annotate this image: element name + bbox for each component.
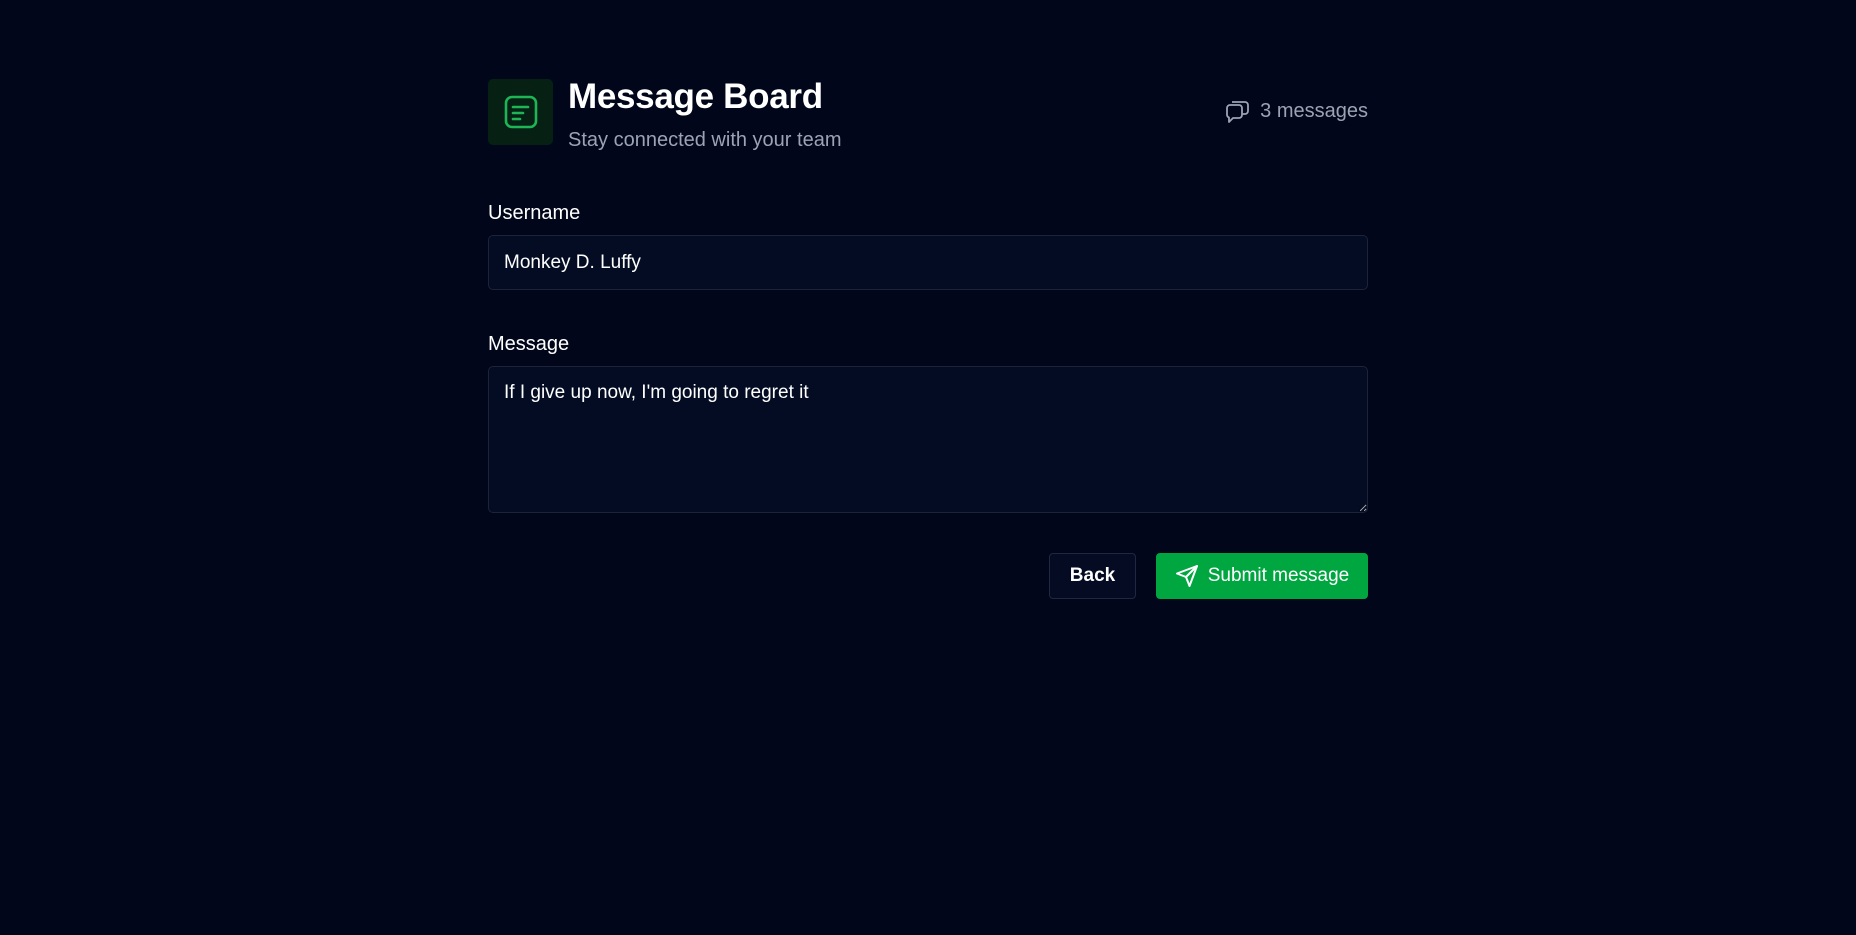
username-label: Username: [488, 202, 581, 224]
submit-message-button[interactable]: Submit message: [1156, 553, 1368, 599]
brand: Message Board Stay connected with your t…: [488, 79, 841, 151]
back-button[interactable]: Back: [1049, 553, 1136, 599]
submit-button-label: Submit message: [1207, 565, 1350, 586]
message-count: 3 messages: [1224, 98, 1368, 124]
back-button-label: Back: [1069, 565, 1116, 586]
title-block: Message Board Stay connected with your t…: [568, 77, 842, 152]
message-count-label: 3 messages: [1260, 99, 1368, 122]
message-label: Message: [488, 333, 570, 355]
send-icon: [1175, 564, 1199, 588]
form-actions: Back Submit message: [488, 553, 1368, 599]
page-header: Message Board Stay connected with your t…: [488, 79, 1368, 151]
message-textarea[interactable]: If I give up now, I'm going to regret it: [488, 366, 1368, 513]
message-board-panel: Message Board Stay connected with your t…: [488, 79, 1368, 599]
page-subtitle: Stay connected with your team: [568, 129, 842, 151]
chat-bubbles-icon: [1224, 98, 1250, 124]
username-input[interactable]: [488, 235, 1368, 290]
document-lines-icon: [488, 79, 553, 145]
page-title: Message Board: [568, 77, 823, 116]
